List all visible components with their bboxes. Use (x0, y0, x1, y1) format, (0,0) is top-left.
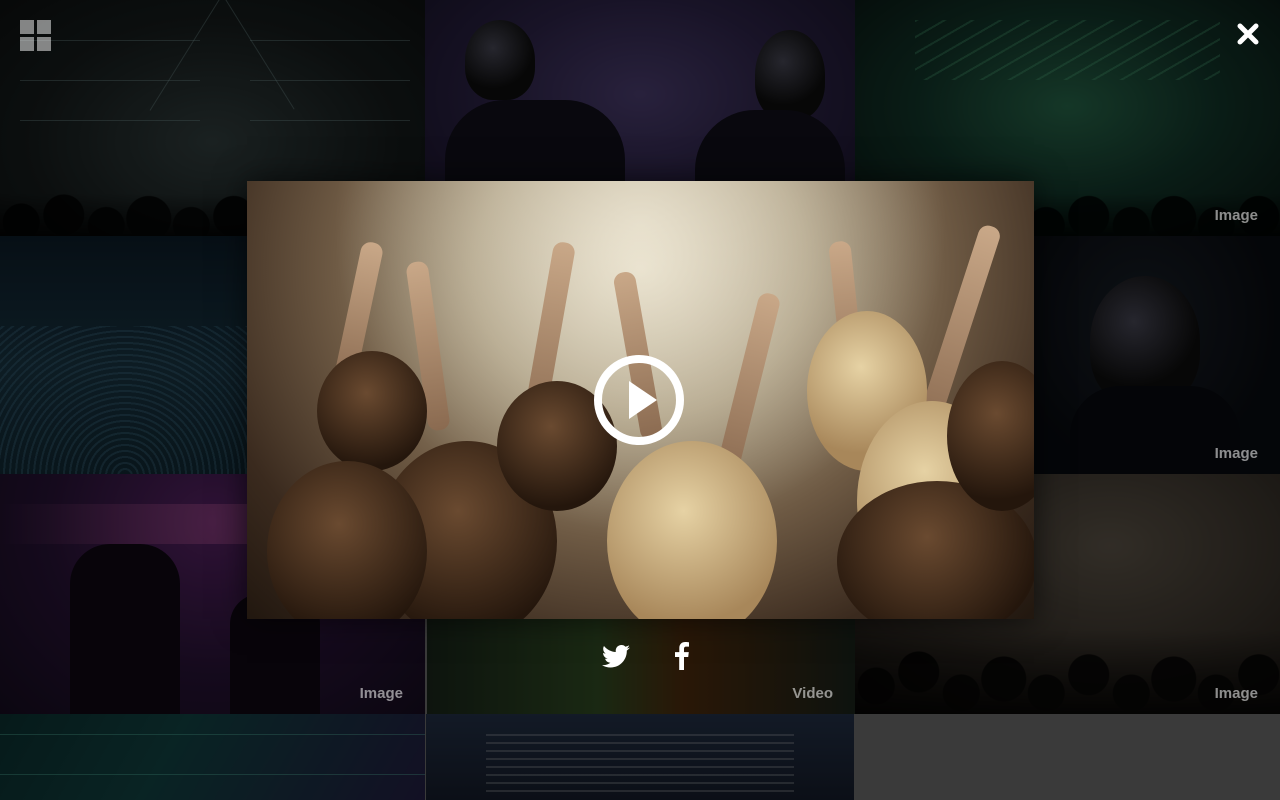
gallery-tile-stadium[interactable] (0, 236, 250, 474)
close-button[interactable] (1234, 20, 1262, 48)
gallery-tile-pyramid-lights[interactable] (0, 714, 425, 800)
share-bar (600, 640, 698, 672)
gallery-tile-helmet-portrait[interactable]: Image (1030, 236, 1280, 474)
play-icon (594, 355, 684, 445)
tile-type-label: Image (1214, 445, 1258, 462)
tile-type-label: Image (1214, 685, 1258, 702)
facebook-icon[interactable] (666, 640, 698, 672)
tile-type-label: Image (359, 685, 403, 702)
twitter-icon[interactable] (600, 640, 632, 672)
lightbox-media[interactable] (247, 181, 1034, 619)
play-button[interactable] (592, 353, 686, 447)
tile-type-label: Video (792, 685, 833, 702)
gallery-tile-performers[interactable] (426, 714, 854, 800)
close-icon (1237, 23, 1259, 45)
tile-type-label: Image (1214, 207, 1258, 224)
grid-icon[interactable] (20, 20, 52, 52)
